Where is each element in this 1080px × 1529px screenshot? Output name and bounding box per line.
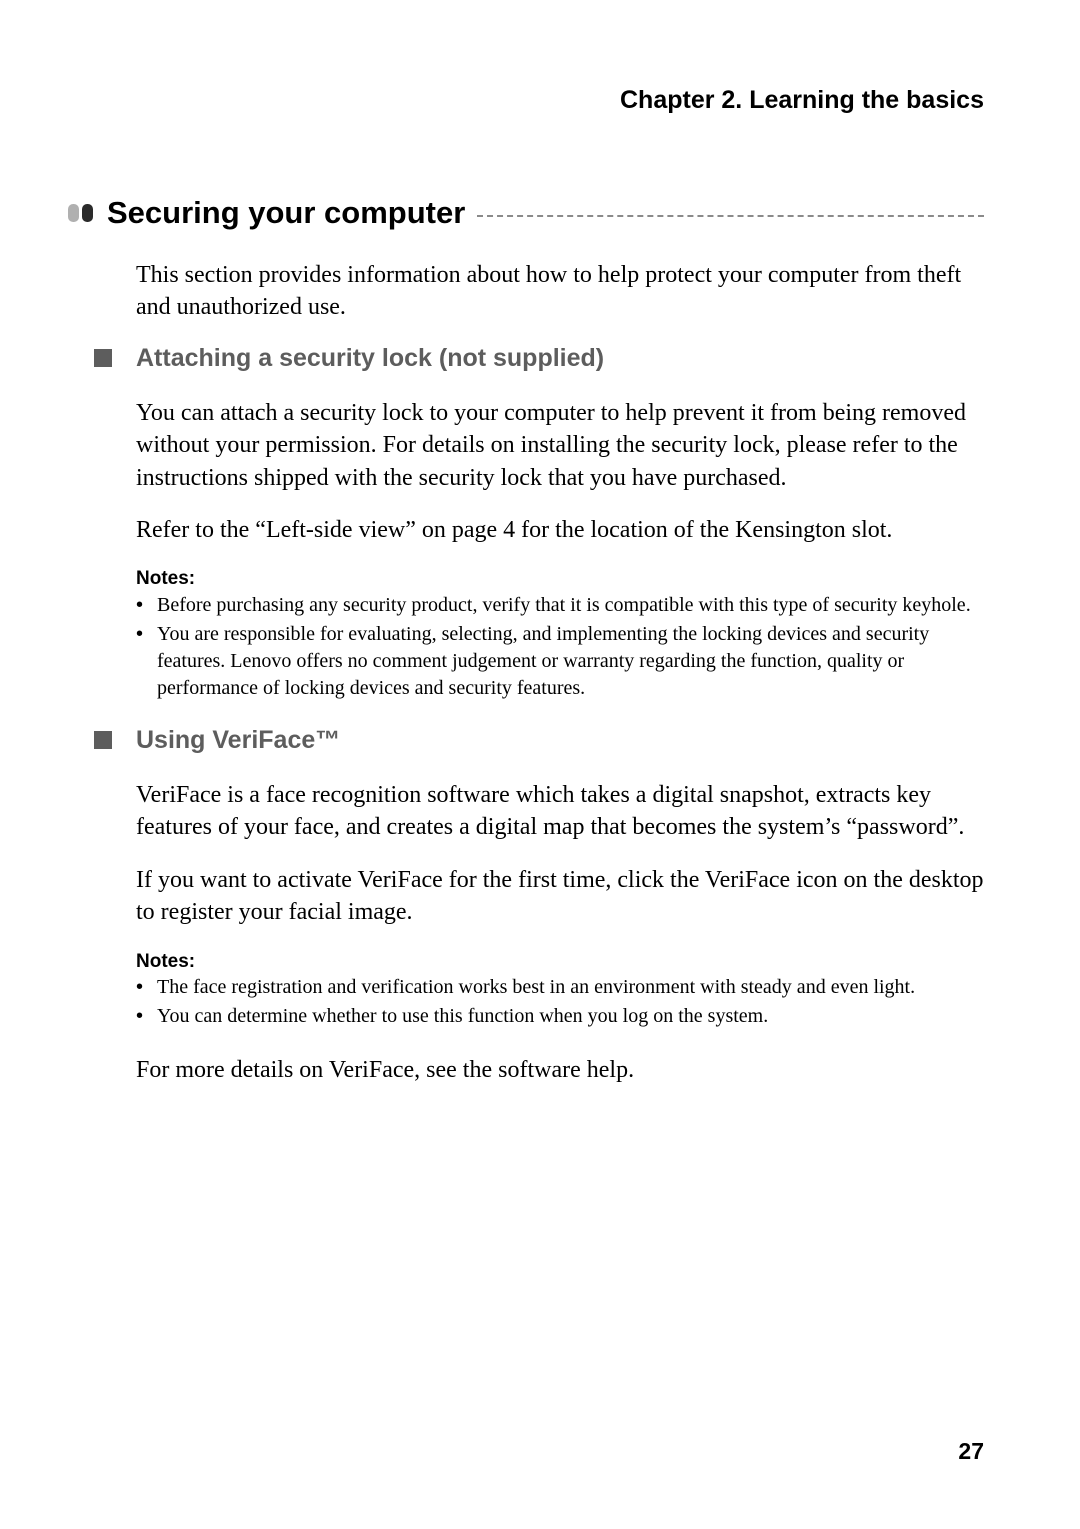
section1-para2: Refer to the “Left-side view” on page 4 … bbox=[136, 514, 984, 546]
section2-notes: Notes: • The face registration and verif… bbox=[136, 949, 984, 1031]
note-text: The face registration and verification w… bbox=[157, 974, 984, 1001]
heading-bullets-icon bbox=[68, 204, 93, 222]
heading-rule-icon bbox=[477, 215, 984, 217]
main-heading-row: Securing your computer bbox=[96, 195, 984, 231]
subheading-1: Attaching a security lock (not supplied) bbox=[136, 344, 604, 373]
bullet-icon: • bbox=[136, 592, 143, 619]
note-text: You can determine whether to use this fu… bbox=[157, 1003, 984, 1030]
note-text: You are responsible for evaluating, sele… bbox=[157, 621, 984, 702]
note-text: Before purchasing any security product, … bbox=[157, 592, 984, 619]
chapter-header: Chapter 2. Learning the basics bbox=[96, 86, 984, 115]
section2-para2: If you want to activate VeriFace for the… bbox=[136, 864, 984, 929]
section1-para1: You can attach a security lock to your c… bbox=[136, 397, 984, 494]
notes-label: Notes: bbox=[136, 949, 984, 975]
list-item: • You can determine whether to use this … bbox=[136, 1003, 984, 1030]
subheading-2: Using VeriFace™ bbox=[136, 726, 340, 755]
section2-para1: VeriFace is a face recognition software … bbox=[136, 779, 984, 844]
list-item: • Before purchasing any security product… bbox=[136, 592, 984, 619]
page-number: 27 bbox=[958, 1438, 984, 1465]
page: Chapter 2. Learning the basics Securing … bbox=[0, 0, 1080, 1529]
subheading-row-1: Attaching a security lock (not supplied) bbox=[96, 344, 984, 373]
list-item: • You are responsible for evaluating, se… bbox=[136, 621, 984, 702]
section1-notes: Notes: • Before purchasing any security … bbox=[136, 566, 984, 702]
bullet-icon: • bbox=[136, 974, 143, 1001]
main-heading: Securing your computer bbox=[107, 195, 465, 231]
intro-paragraph: This section provides information about … bbox=[136, 259, 984, 324]
square-bullet-icon bbox=[94, 731, 112, 749]
list-item: • The face registration and verification… bbox=[136, 974, 984, 1001]
bullet-icon: • bbox=[136, 1003, 143, 1030]
subheading-row-2: Using VeriFace™ bbox=[96, 726, 984, 755]
bullet-black-icon bbox=[82, 204, 93, 222]
notes-label: Notes: bbox=[136, 566, 984, 592]
bullet-icon: • bbox=[136, 621, 143, 702]
bullet-gray-icon bbox=[68, 204, 79, 222]
section2-para3: For more details on VeriFace, see the so… bbox=[136, 1054, 984, 1086]
square-bullet-icon bbox=[94, 349, 112, 367]
